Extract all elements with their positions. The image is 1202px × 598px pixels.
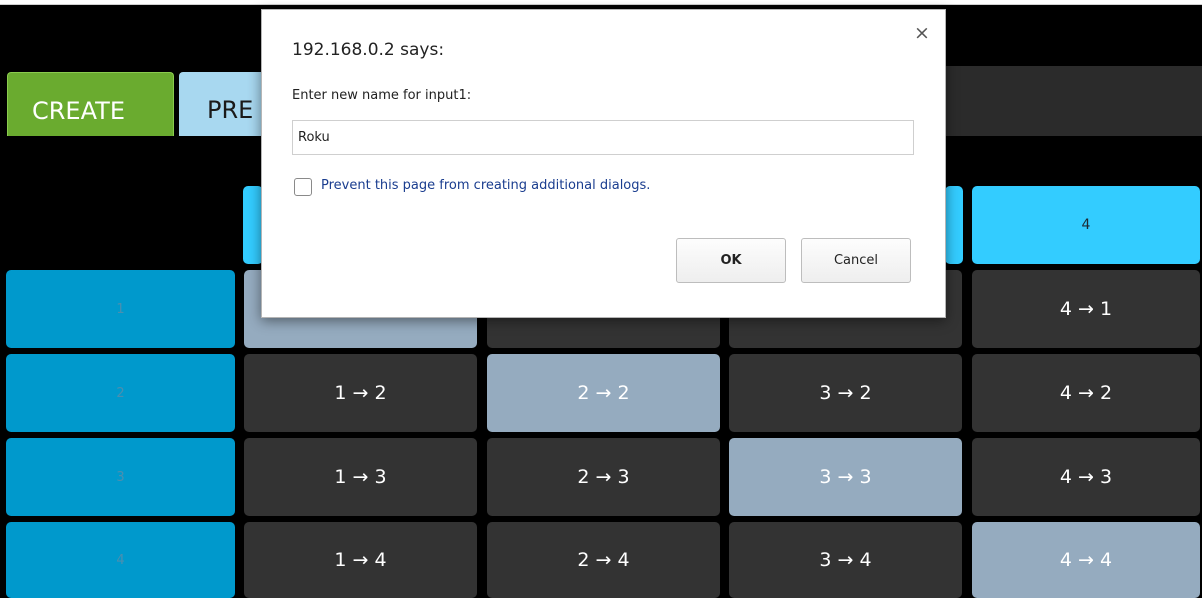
close-icon[interactable]: × xyxy=(914,24,930,43)
route-cell-1-2[interactable]: 1 → 2 xyxy=(244,354,477,432)
dialog-message: Enter new name for input1: xyxy=(292,88,472,103)
cancel-button[interactable]: Cancel xyxy=(801,238,911,283)
row-header-4[interactable]: 4 xyxy=(6,522,235,598)
route-cell-4-4[interactable]: 4 → 4 xyxy=(972,522,1200,598)
route-cell-2-4[interactable]: 2 → 4 xyxy=(487,522,720,598)
column-header-4[interactable]: 4 xyxy=(972,186,1200,264)
route-cell-3-3[interactable]: 3 → 3 xyxy=(729,438,962,516)
route-cell-4-1[interactable]: 4 → 1 xyxy=(972,270,1200,348)
prompt-dialog: 192.168.0.2 says: × Enter new name for i… xyxy=(261,9,946,318)
route-cell-3-2[interactable]: 3 → 2 xyxy=(729,354,962,432)
prevent-dialogs-label[interactable]: Prevent this page from creating addition… xyxy=(321,178,650,193)
row-header-1[interactable]: 1 xyxy=(6,270,235,348)
tab-create[interactable]: CREATE xyxy=(7,72,174,136)
route-cell-1-3[interactable]: 1 → 3 xyxy=(244,438,477,516)
column-header-1[interactable] xyxy=(243,186,263,264)
route-cell-1-4[interactable]: 1 → 4 xyxy=(244,522,477,598)
dialog-title: 192.168.0.2 says: xyxy=(292,40,445,60)
route-cell-2-3[interactable]: 2 → 3 xyxy=(487,438,720,516)
name-input[interactable] xyxy=(292,120,914,155)
row-header-3[interactable]: 3 xyxy=(6,438,235,516)
route-cell-4-3[interactable]: 4 → 3 xyxy=(972,438,1200,516)
tab-bar-right xyxy=(940,66,1202,136)
prevent-dialogs-checkbox[interactable] xyxy=(294,178,312,196)
row-header-2[interactable]: 2 xyxy=(6,354,235,432)
window-top-border xyxy=(0,0,1202,5)
route-cell-3-4[interactable]: 3 → 4 xyxy=(729,522,962,598)
route-cell-2-2[interactable]: 2 → 2 xyxy=(487,354,720,432)
ok-button[interactable]: OK xyxy=(676,238,786,283)
column-header-3[interactable] xyxy=(945,186,963,264)
route-cell-4-2[interactable]: 4 → 2 xyxy=(972,354,1200,432)
